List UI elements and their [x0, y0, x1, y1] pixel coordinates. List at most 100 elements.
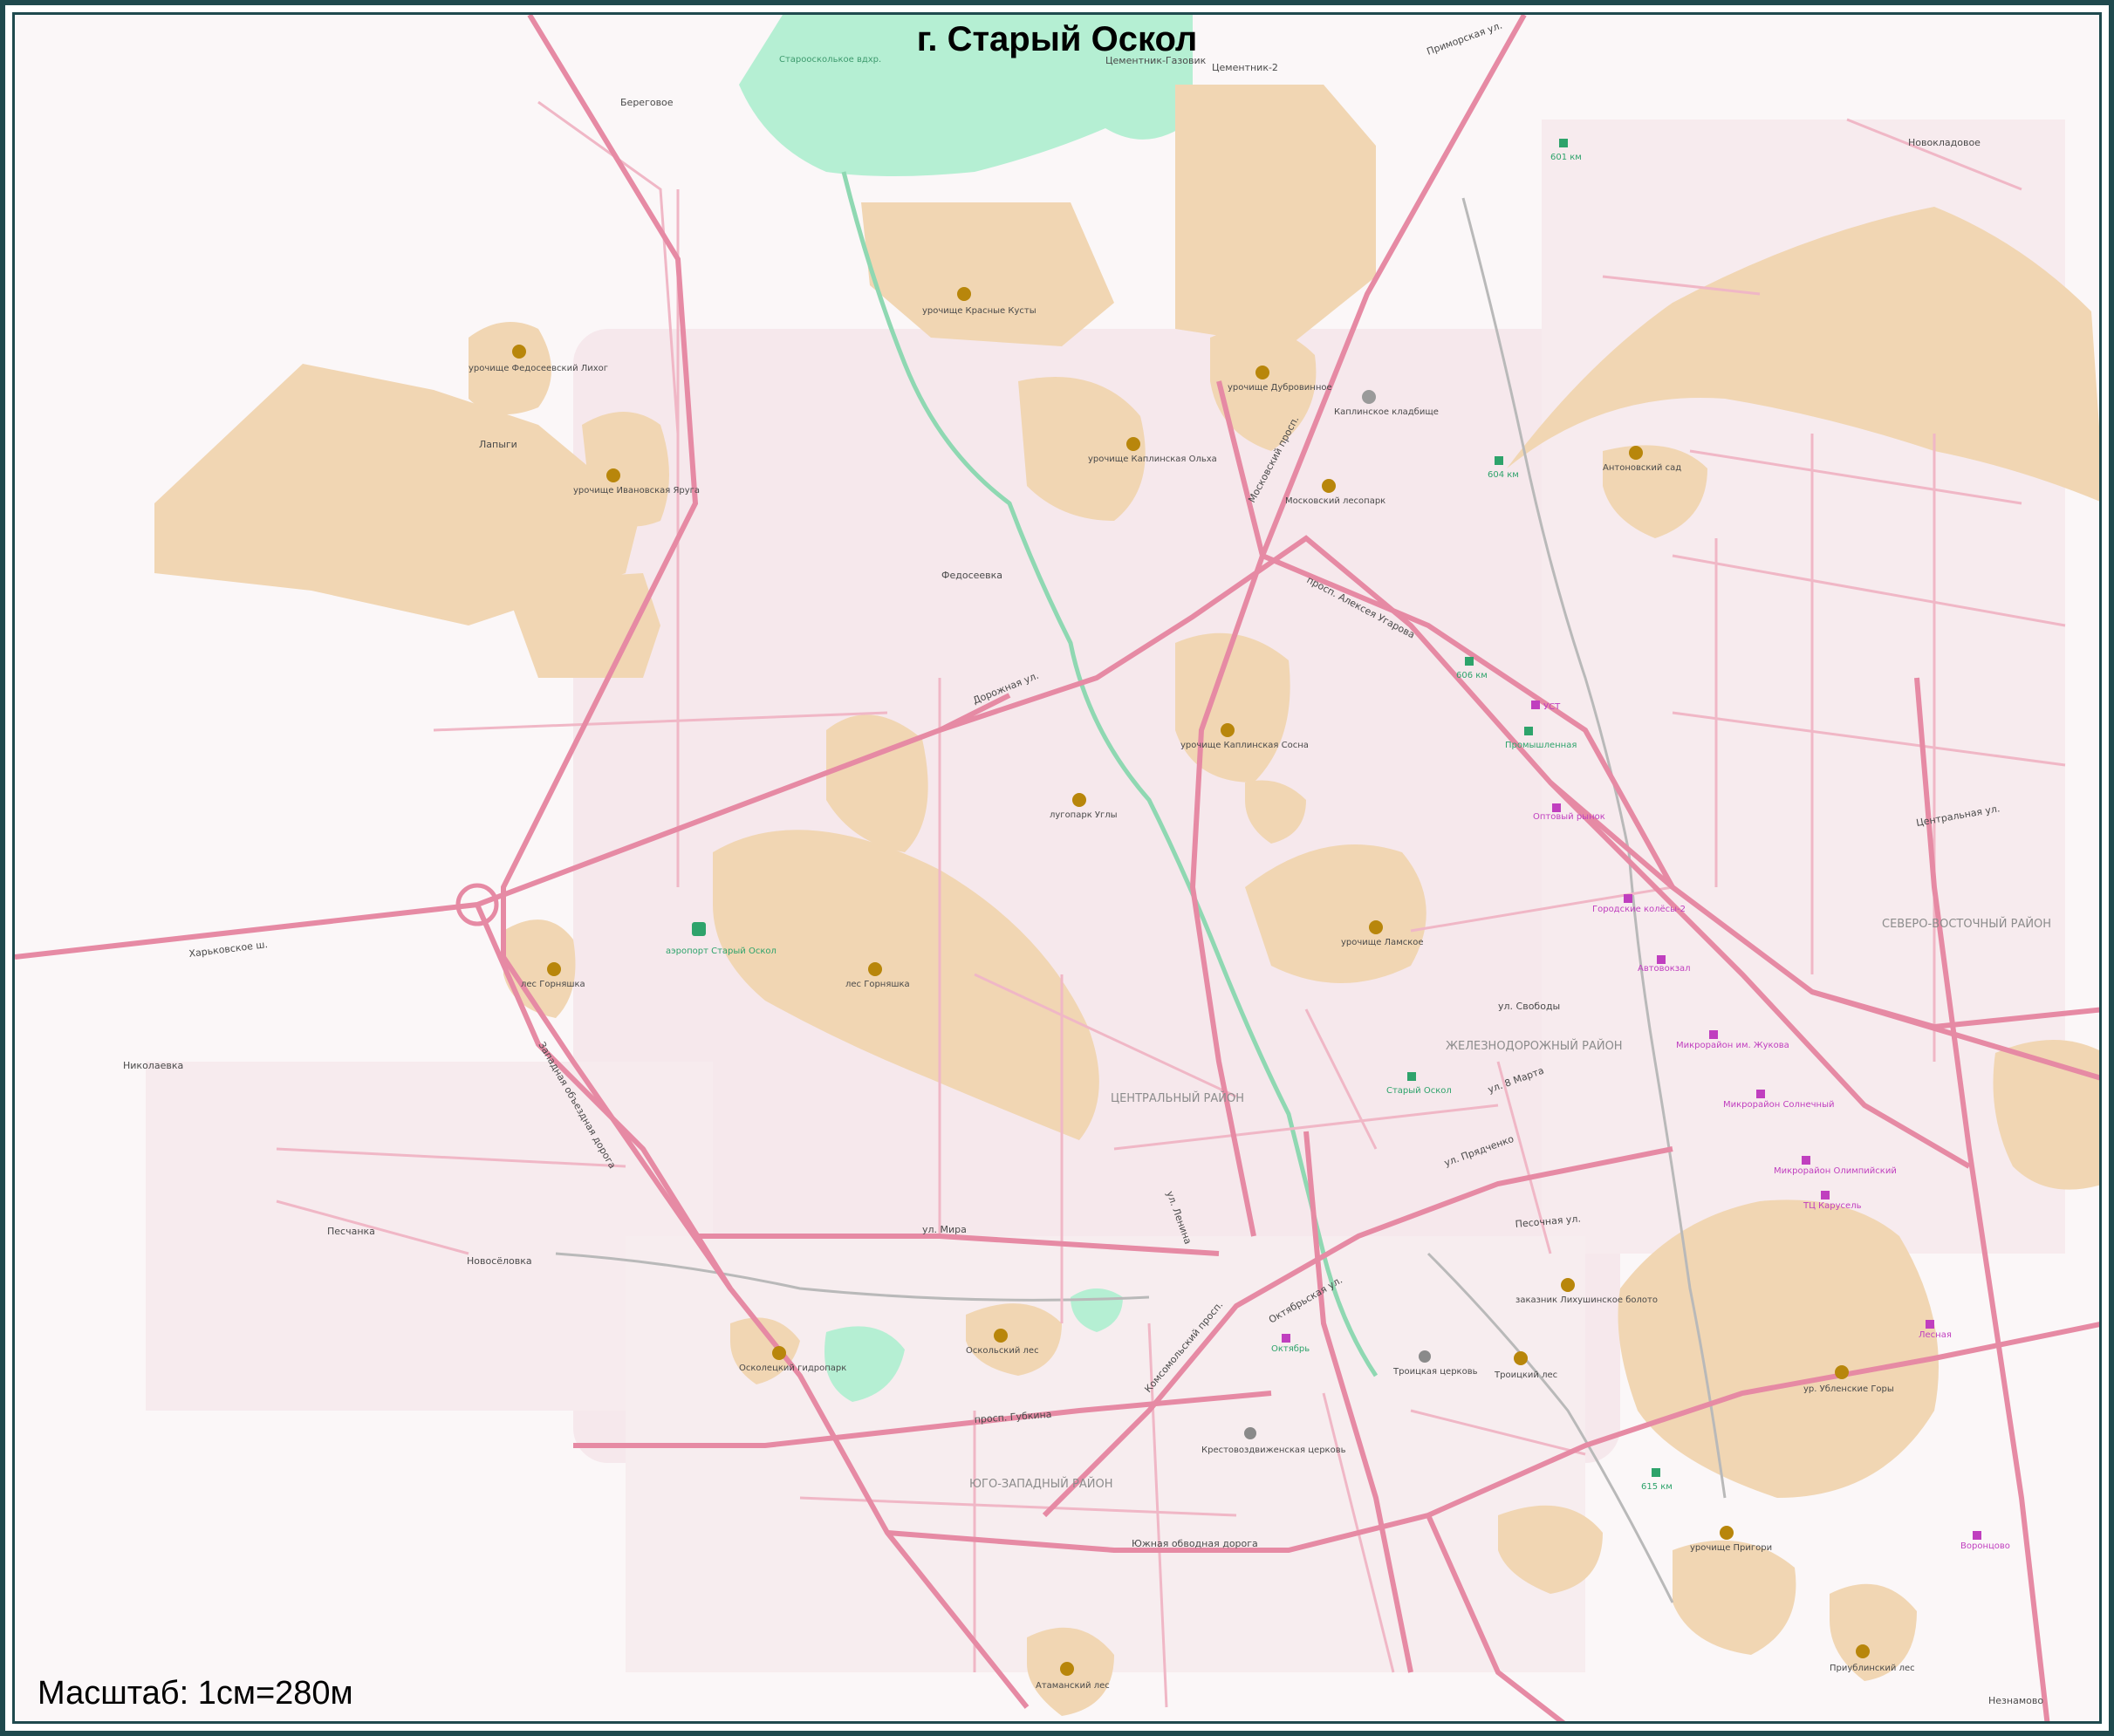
park-icon[interactable]: [1060, 1662, 1074, 1676]
poi-label: лес Горняшка: [521, 980, 585, 989]
park-icon[interactable]: [1322, 479, 1336, 493]
shop-icon[interactable]: [1531, 701, 1540, 709]
poi-label: Антоновский сад: [1603, 463, 1681, 473]
poi-label: Оскольский лес: [966, 1346, 1039, 1356]
shop-icon[interactable]: [1624, 894, 1632, 903]
park-icon[interactable]: [1369, 920, 1383, 934]
map-canvas[interactable]: ЦЕНТРАЛЬНЫЙ РАЙОН ЖЕЛЕЗНОДОРОЖНЫЙ РАЙОН …: [12, 12, 2102, 1724]
poi-label: аэропорт Старый Оскол: [666, 947, 777, 956]
church-icon[interactable]: [1419, 1350, 1431, 1363]
park-icon[interactable]: [1720, 1526, 1734, 1540]
park-icon[interactable]: [1221, 723, 1235, 737]
shop-icon[interactable]: [1821, 1191, 1830, 1199]
shop-label: Микрорайон Солнечный: [1723, 1100, 1834, 1110]
shop-icon[interactable]: [1709, 1030, 1718, 1039]
station-icon[interactable]: [1652, 1468, 1660, 1477]
shop-label: Оптовый рынок: [1533, 812, 1605, 822]
poi-label: урочище Ламское: [1341, 938, 1424, 947]
poi-label: Осколецкий гидропарк: [739, 1364, 846, 1373]
park-icon[interactable]: [957, 287, 971, 301]
city-map[interactable]: ЦЕНТРАЛЬНЫЙ РАЙОН ЖЕЛЕЗНОДОРОЖНЫЙ РАЙОН …: [15, 15, 2102, 1724]
settlement-label: Николаевка: [123, 1060, 183, 1071]
shop-label: Микрорайон Олимпийский: [1774, 1166, 1897, 1176]
park-icon[interactable]: [994, 1329, 1008, 1343]
station-label: 606 км: [1456, 671, 1488, 680]
settlement-label: Береговое: [620, 97, 674, 108]
settlement-label: Незнамово: [1988, 1695, 2043, 1706]
map-scale: Масштаб: 1см=280м: [38, 1675, 353, 1712]
poi-label: урочище Федосеевский Лихог: [469, 364, 608, 373]
station-label: 615 км: [1641, 1482, 1673, 1492]
cemetery-icon[interactable]: [1362, 390, 1376, 404]
district-label: ЖЕЛЕЗНОДОРОЖНЫЙ РАЙОН: [1446, 1039, 1623, 1053]
park-icon[interactable]: [1561, 1278, 1575, 1292]
park-icon[interactable]: [772, 1346, 786, 1360]
station-icon[interactable]: [1524, 727, 1533, 735]
station-label: Промышленная: [1505, 741, 1577, 750]
road-label: Южная обводная дорога: [1132, 1538, 1258, 1549]
road-label: Харьковское ш.: [188, 939, 269, 960]
poi-label: ур. Убленские Горы: [1803, 1384, 1894, 1394]
shop-label: ТЦ Карусель: [1803, 1201, 1862, 1211]
station-label: Старый Оскол: [1386, 1086, 1452, 1096]
poi-label: Троицкая церковь: [1392, 1367, 1478, 1377]
settlement-label: Лапыги: [479, 439, 517, 450]
shop-icon[interactable]: [1657, 955, 1666, 964]
park-icon[interactable]: [512, 345, 526, 359]
poi-label: Московский лесопарк: [1285, 496, 1385, 506]
shop-icon[interactable]: [1926, 1320, 1934, 1329]
park-icon[interactable]: [1255, 366, 1269, 379]
shop-label: Автовокзал: [1638, 964, 1691, 974]
poi-label: урочище Ивановская Яруга: [573, 486, 700, 496]
poi-label: Каплинское кладбище: [1334, 407, 1439, 417]
park-icon[interactable]: [1072, 793, 1086, 807]
park-icon[interactable]: [868, 962, 882, 976]
shop-label: Октябрь: [1271, 1344, 1310, 1354]
settlement-label: Федосеевка: [941, 570, 1002, 581]
park-icon[interactable]: [1514, 1351, 1528, 1365]
settlement-label: Новокладовое: [1908, 137, 1981, 148]
shop-icon[interactable]: [1756, 1090, 1765, 1098]
shop-label: Микрорайон им. Жукова: [1676, 1041, 1789, 1050]
shop-icon[interactable]: [1282, 1334, 1290, 1343]
map-title: г. Старый Оскол: [916, 20, 1198, 58]
poi-label: Атаманский лес: [1036, 1681, 1110, 1691]
poi-label: лес Горняшка: [845, 980, 910, 989]
poi-label: Крестовоздвиженская церковь: [1201, 1446, 1346, 1455]
station-icon[interactable]: [1465, 657, 1474, 666]
settlement-label: Цементник-2: [1212, 62, 1278, 73]
park-icon[interactable]: [1126, 437, 1140, 451]
poi-label: лугопарк Углы: [1050, 810, 1118, 820]
shop-label: Лесная: [1919, 1330, 1952, 1340]
park-icon[interactable]: [1835, 1365, 1849, 1379]
district-label: ЮГО-ЗАПАДНЫЙ РАЙОН: [969, 1477, 1113, 1491]
poi-label: урочище Каплинская Ольха: [1088, 455, 1217, 464]
station-icon[interactable]: [1407, 1072, 1416, 1081]
park-icon[interactable]: [1856, 1644, 1870, 1658]
poi-label: урочище Красные Кусты: [922, 306, 1036, 316]
district-label: СЕВЕРО-ВОСТОЧНЫЙ РАЙОН: [1882, 917, 2051, 931]
poi-label: урочище Пригори: [1690, 1543, 1772, 1553]
park-icon[interactable]: [547, 962, 561, 976]
station-label: 601 км: [1550, 153, 1582, 162]
shop-label: УСТ: [1543, 702, 1561, 712]
park-icon[interactable]: [606, 468, 620, 482]
poi-label: Троицкий лес: [1494, 1370, 1557, 1380]
settlement-label: Песчанка: [327, 1226, 375, 1237]
station-icon[interactable]: [1495, 456, 1503, 465]
shop-icon[interactable]: [1973, 1531, 1981, 1540]
poi-label: Приублинский лес: [1830, 1664, 1915, 1673]
district-label: ЦЕНТРАЛЬНЫЙ РАЙОН: [1111, 1091, 1244, 1105]
poi-label: урочище Каплинская Сосна: [1180, 741, 1309, 750]
shop-icon[interactable]: [1802, 1156, 1810, 1165]
station-icon[interactable]: [1559, 139, 1568, 147]
airport-icon[interactable]: [692, 922, 706, 936]
settlement-label: Новосёловка: [467, 1255, 532, 1267]
road-label: ул. Мира: [922, 1224, 967, 1235]
shop-icon[interactable]: [1552, 803, 1561, 812]
park-icon[interactable]: [1629, 446, 1643, 460]
church-icon[interactable]: [1244, 1427, 1256, 1439]
poi-label: урочище Дубровинное: [1228, 383, 1332, 393]
shop-label: Воронцово: [1960, 1541, 2010, 1551]
poi-label: заказник Лихушинское болото: [1515, 1295, 1658, 1305]
